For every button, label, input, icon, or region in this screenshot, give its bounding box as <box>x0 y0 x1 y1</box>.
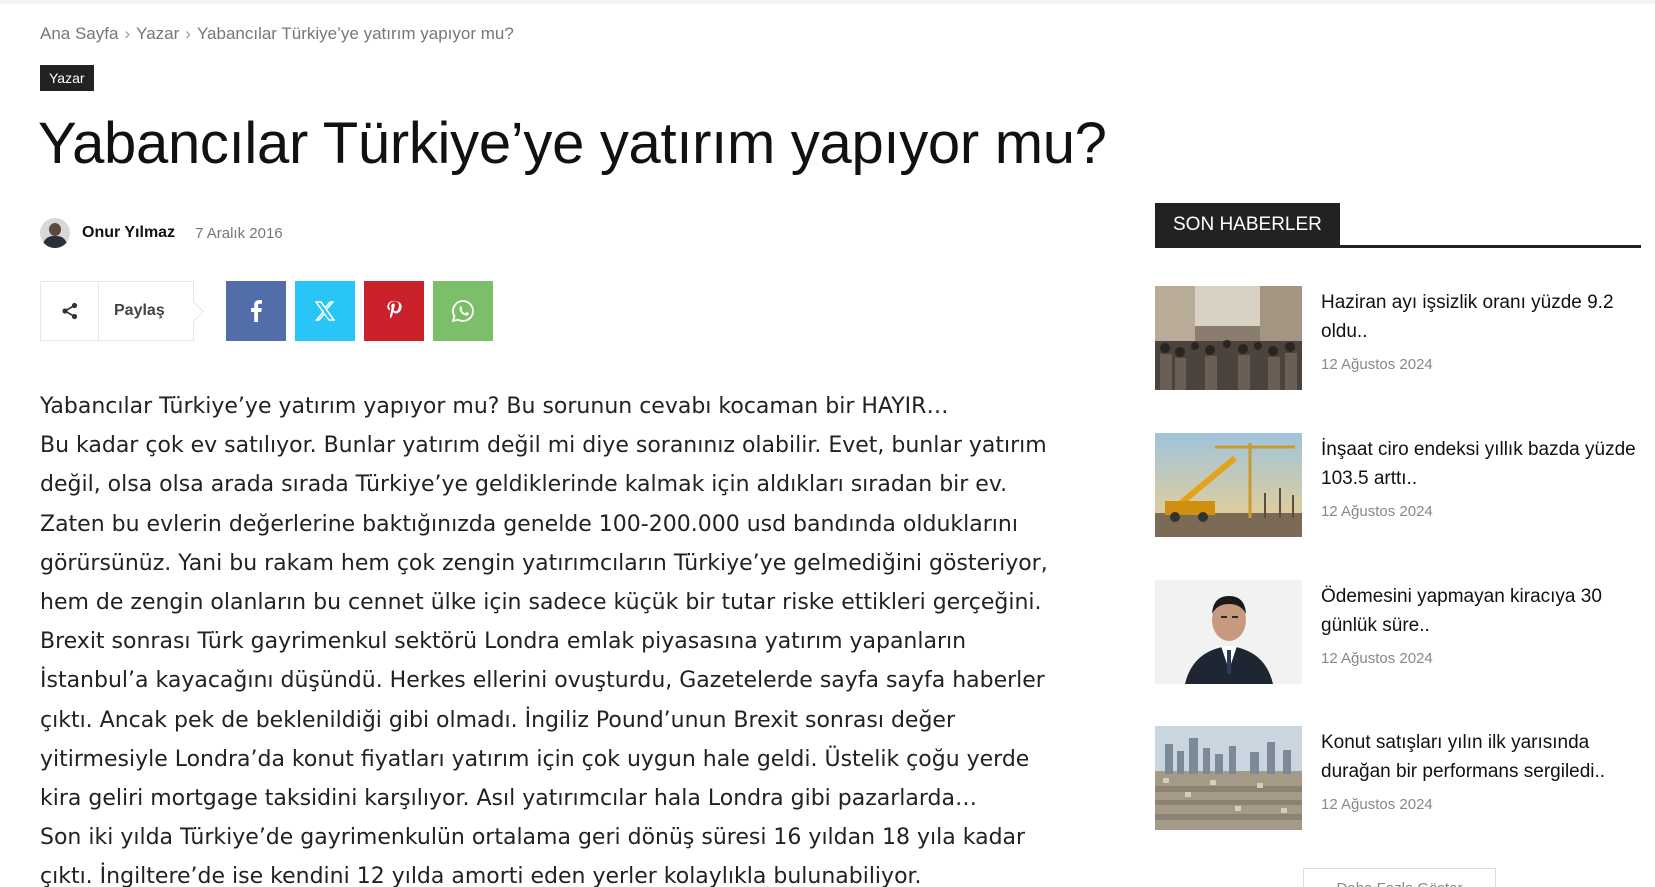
breadcrumb-home-link[interactable]: Ana Sayfa <box>40 24 118 43</box>
x-icon <box>315 301 335 321</box>
pinterest-share-button[interactable] <box>364 281 424 341</box>
article-line: İstanbul’a kayacağını düşündü. Herkes el… <box>40 668 1045 694</box>
news-thumbnail[interactable] <box>1155 726 1302 830</box>
news-title-link[interactable]: Ödemesini yapmayan kiracıya 30 günlük sü… <box>1321 582 1645 640</box>
facebook-share-button[interactable] <box>226 281 286 341</box>
article-line: hem de zengin olanların bu cennet ülke i… <box>40 590 1042 616</box>
sidebar-heading-label: SON HABERLER <box>1155 203 1340 245</box>
share-icon <box>41 282 99 340</box>
breadcrumb-separator: › <box>124 24 131 43</box>
whatsapp-share-button[interactable] <box>433 281 493 341</box>
author-avatar[interactable] <box>40 218 70 248</box>
article-line: yitirmesiyle Londra’da konut fiyatları y… <box>40 746 1030 772</box>
pinterest-icon <box>387 300 402 319</box>
news-thumbnail[interactable] <box>1155 580 1302 684</box>
news-date: 12 Ağustos 2024 <box>1321 796 1433 813</box>
load-more-button[interactable]: Daha Fazla Göster <box>1303 868 1496 887</box>
facebook-icon <box>251 300 262 322</box>
news-thumbnail[interactable] <box>1155 433 1302 537</box>
whatsapp-icon <box>451 300 474 323</box>
news-item: Haziran ayı işsizlik oranı yüzde 9.2 old… <box>1155 286 1645 390</box>
post-date: 7 Aralık 2016 <box>195 224 283 242</box>
breadcrumb-category-link[interactable]: Yazar <box>136 24 179 43</box>
news-item: Ödemesini yapmayan kiracıya 30 günlük sü… <box>1155 580 1645 684</box>
news-date: 12 Ağustos 2024 <box>1321 503 1433 520</box>
article-line: kira geliri mortgage taksidini karşılıyo… <box>40 786 977 812</box>
article-line: çıktı. Ancak pek de beklenildiği gibi ol… <box>40 707 955 733</box>
article-line: çıktı. İngiltere’de ise kendini 12 yılda… <box>40 864 922 887</box>
article-line: Brexit sonrası Türk gayrimenkul sektörü … <box>40 629 967 655</box>
category-tag[interactable]: Yazar <box>40 65 94 91</box>
share-label: Paylaş <box>114 302 165 319</box>
sidebar-heading: SON HABERLER <box>1155 203 1641 248</box>
article-line: Bu kadar çok ev satılıyor. Bunlar yatırı… <box>40 433 1047 459</box>
news-date: 12 Ağustos 2024 <box>1321 650 1433 667</box>
article-line: değil, olsa olsa arada sırada Türkiye’ye… <box>40 472 1008 498</box>
author-name-link[interactable]: Onur Yılmaz <box>82 224 175 242</box>
news-title-link[interactable]: İnşaat ciro endeksi yıllık bazda yüzde 1… <box>1321 435 1645 493</box>
page-title: Yabancılar Türkiye’ye yatırım yapıyor mu… <box>38 111 1107 176</box>
article-line: Zaten bu evlerin değerlerine baktığınızd… <box>40 511 1018 537</box>
article-line: Yabancılar Türkiye’ye yatırım yapıyor mu… <box>40 394 949 419</box>
top-divider <box>0 0 1655 4</box>
breadcrumb-separator: › <box>185 24 191 43</box>
article-line: Son iki yılda Türkiye’de gayrimenkulün o… <box>40 825 1026 851</box>
breadcrumb-current: Yabancılar Türkiye’ye yatırım yapıyor mu… <box>196 24 514 43</box>
news-date: 12 Ağustos 2024 <box>1321 356 1433 373</box>
news-item: Konut satışları yılın ilk yarısında dura… <box>1155 726 1645 830</box>
post-meta: Onur Yılmaz 7 Aralık 2016 <box>40 218 283 248</box>
news-title-link[interactable]: Konut satışları yılın ilk yarısında dura… <box>1321 728 1645 786</box>
share-bar: Paylaş <box>40 281 493 341</box>
x-share-button[interactable] <box>295 281 355 341</box>
news-thumbnail[interactable] <box>1155 286 1302 390</box>
article-body: Yabancılar Türkiye’ye yatırım yapıyor mu… <box>40 387 1085 887</box>
news-title-link[interactable]: Haziran ayı işsizlik oranı yüzde 9.2 old… <box>1321 288 1645 346</box>
share-toggle[interactable]: Paylaş <box>40 281 194 341</box>
breadcrumb: Ana Sayfa › Yazar › Yabancılar Türkiye’ye ya… <box>40 24 514 44</box>
article-line: görürsünüz. Yani bu rakam hem çok zengin… <box>40 550 1048 576</box>
news-item: İnşaat ciro endeksi yıllık bazda yüzde 1… <box>1155 433 1645 537</box>
